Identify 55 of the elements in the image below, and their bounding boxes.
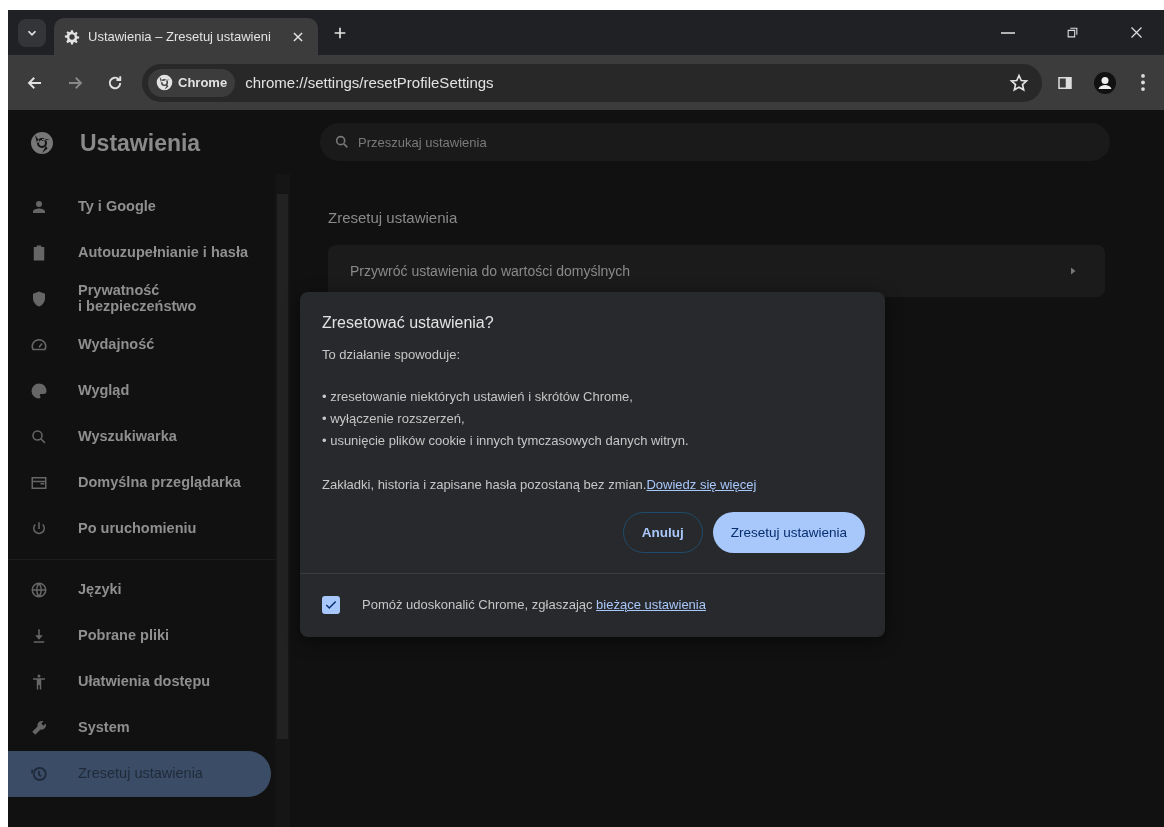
sidebar-item[interactable]: Prywatność i bezpieczeństwo bbox=[8, 276, 271, 322]
sidebar-item[interactable]: Po uruchomieniu bbox=[8, 506, 271, 552]
learn-more-link[interactable]: Dowiedz się więcej bbox=[646, 477, 757, 492]
close-icon bbox=[291, 29, 305, 44]
settings-row[interactable]: Przywróć ustawienia do wartości domyślnych bbox=[328, 245, 1105, 297]
current-settings-link[interactable]: bieżące ustawienia bbox=[596, 597, 706, 612]
browser-tab[interactable]: Ustawienia – Zresetuj ustawieni bbox=[54, 18, 318, 55]
sidebar-item[interactable]: Języki bbox=[8, 567, 271, 613]
checkbox[interactable] bbox=[322, 596, 340, 614]
person-icon bbox=[30, 198, 48, 216]
list-item: • zresetowanie niektórych ustawień i skrótów Chrome, bbox=[322, 388, 634, 406]
chrome-logo-icon bbox=[156, 74, 173, 91]
globe-icon bbox=[30, 581, 48, 599]
minimize-icon bbox=[1001, 31, 1015, 34]
avatar-icon bbox=[1093, 70, 1117, 95]
search-icon bbox=[334, 134, 350, 150]
accessibility-icon bbox=[30, 673, 48, 691]
sidebar-item[interactable]: Wydajność bbox=[8, 322, 271, 368]
dialog-text: To działanie spowoduje: bbox=[322, 346, 462, 364]
address-bar[interactable]: Chrome chrome://settings/resetProfileSettings bbox=[142, 63, 1042, 102]
tab-search-button[interactable] bbox=[18, 18, 46, 47]
restore-icon bbox=[1065, 26, 1079, 39]
site-chip[interactable]: Chrome bbox=[148, 68, 236, 97]
sidebar-item[interactable]: Domyślna przeglądarka bbox=[8, 460, 271, 506]
section-heading: Zresetuj ustawienia bbox=[328, 209, 459, 226]
chrome-logo-icon bbox=[30, 131, 54, 155]
star-icon bbox=[1009, 72, 1029, 93]
settings-title: Ustawienia bbox=[80, 129, 201, 157]
list-item: • usunięcie plików cookie i innych tymczasowych danych witryn. bbox=[322, 432, 690, 450]
search-icon bbox=[30, 428, 48, 446]
sidebar-item[interactable]: System bbox=[8, 705, 271, 751]
sidebar-item[interactable]: Pobrane pliki bbox=[8, 613, 271, 659]
reload-icon bbox=[106, 73, 124, 92]
more-vertical-icon bbox=[1141, 74, 1145, 91]
browser-window-icon bbox=[30, 474, 48, 492]
sidebar-item[interactable]: Wyszukiwarka bbox=[8, 414, 271, 460]
report-label: Pomóż udoskonalić Chrome, zgłaszając bieżące ustawienia bbox=[362, 596, 706, 614]
tab-title: Ustawienia – Zresetuj ustawieni bbox=[88, 29, 272, 44]
checkmark-icon bbox=[324, 598, 338, 612]
history-icon bbox=[30, 765, 48, 783]
search-field[interactable]: Przeszukaj ustawienia bbox=[320, 123, 1110, 161]
list-item: • wyłączenie rozszerzeń, bbox=[322, 410, 466, 428]
gear-icon bbox=[64, 28, 80, 45]
sidebar-item[interactable]: Wygląd bbox=[8, 368, 271, 414]
sidebar-item[interactable]: Autouzupełnianie i hasła bbox=[8, 230, 271, 276]
dialog-note: Zakładki, historia i zapisane hasła pozostaną bez zmian.Dowiedz się więcej bbox=[322, 476, 758, 494]
wrench-icon bbox=[30, 719, 48, 737]
shield-icon bbox=[30, 290, 48, 308]
url-text: chrome://settings/resetProfileSettings bbox=[245, 74, 495, 91]
dialog-title: Zresetować ustawienia? bbox=[322, 314, 495, 332]
sidebar-item[interactable]: Ty i Google bbox=[8, 184, 271, 230]
reset-button[interactable]: Zresetuj ustawienia bbox=[712, 512, 865, 553]
palette-icon bbox=[30, 382, 48, 400]
close-icon bbox=[1128, 25, 1144, 40]
sidebar-item[interactable]: Ułatwienia dostępu bbox=[8, 659, 271, 705]
